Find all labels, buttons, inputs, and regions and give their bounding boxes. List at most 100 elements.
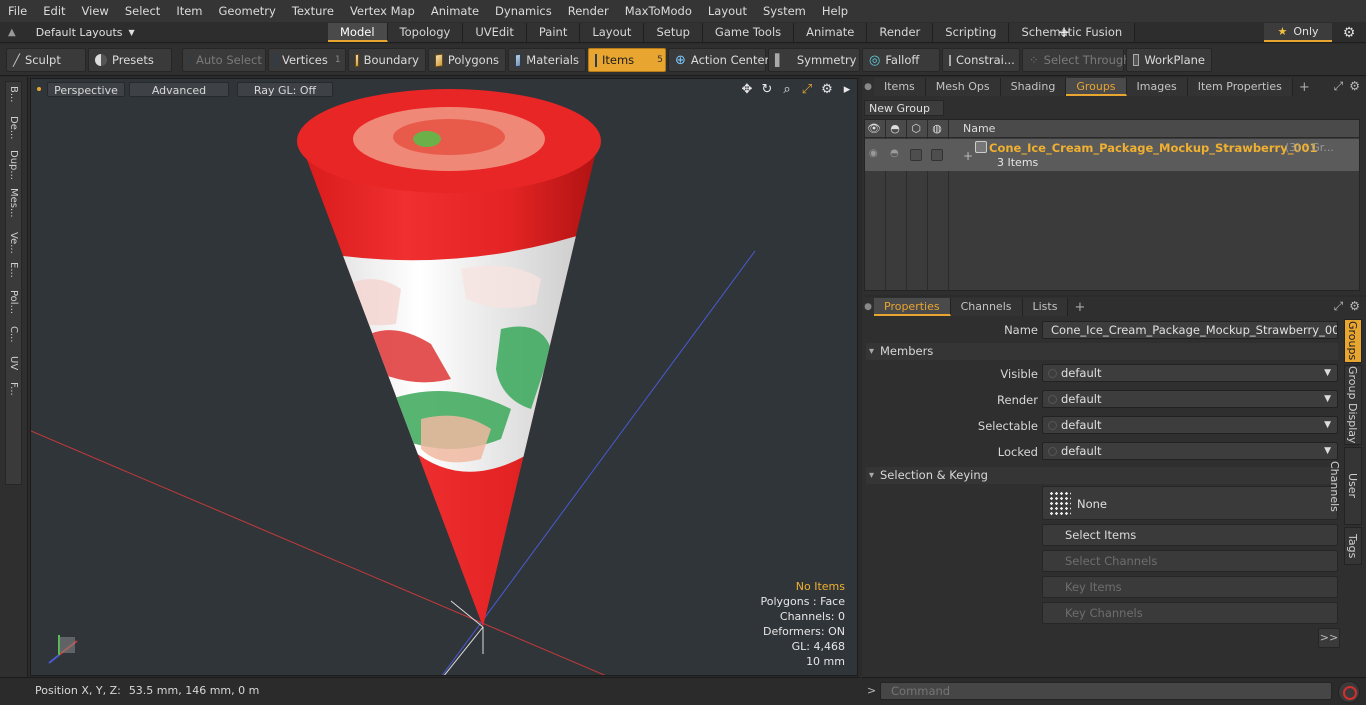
rotate-view-icon[interactable]: ↻ [759, 82, 775, 98]
move-view-icon[interactable]: ✥ [739, 82, 755, 98]
side-tab-groups[interactable]: Groups [1344, 319, 1362, 363]
panel-pin-icon[interactable]: ● [862, 302, 874, 312]
menu-edit[interactable]: Edit [35, 0, 73, 22]
menu-dynamics[interactable]: Dynamics [487, 0, 560, 22]
key-items-button[interactable]: Key Items [1042, 576, 1338, 598]
row-lock-checkbox[interactable] [910, 149, 922, 161]
auto-select-button[interactable]: Auto Select [182, 48, 266, 72]
render-icon[interactable]: ◓ [888, 122, 902, 135]
menu-render[interactable]: Render [560, 0, 617, 22]
menu-item[interactable]: Item [168, 0, 210, 22]
constraints-button[interactable]: Constrai... [942, 48, 1020, 72]
menu-system[interactable]: System [755, 0, 814, 22]
symmetry-button[interactable]: ▌ Symmetry [768, 48, 860, 72]
tab-uvedit[interactable]: UVEdit [463, 23, 527, 42]
members-section[interactable]: Members [866, 343, 1338, 360]
visible-dropdown[interactable]: default ▼ [1042, 364, 1338, 382]
shading-button[interactable]: Advanced [129, 82, 229, 97]
command-input[interactable] [880, 682, 1332, 700]
fit-view-icon[interactable]: ⤢ [799, 82, 815, 98]
tab-properties[interactable]: Properties [874, 298, 951, 316]
menu-vertex-map[interactable]: Vertex Map [342, 0, 423, 22]
presets-button[interactable]: Presets [88, 48, 172, 72]
lock-icon[interactable]: ⬡ [909, 122, 923, 135]
tab-images[interactable]: Images [1126, 78, 1188, 96]
left-tab-duplicate[interactable]: Dup... [6, 150, 21, 180]
name-field[interactable]: Cone_Ice_Cream_Package_Mockup_Strawberry… [1042, 321, 1338, 339]
menu-layout[interactable]: Layout [700, 0, 755, 22]
left-tab-uv[interactable]: UV [6, 356, 21, 370]
menu-texture[interactable]: Texture [284, 0, 342, 22]
workplane-button[interactable]: WorkPlane [1126, 48, 1212, 72]
menu-maxtomodo[interactable]: MaxToModo [617, 0, 700, 22]
select-through-button[interactable]: ⁘ Select Through [1022, 48, 1130, 72]
select-items-button[interactable]: Select Items [1042, 524, 1338, 546]
selection-keying-section[interactable]: Selection & Keying [866, 467, 1338, 484]
boundary-button[interactable]: Boundary [348, 48, 426, 72]
tab-schematic-fusion[interactable]: Schematic Fusion [1009, 23, 1136, 42]
raygl-button[interactable]: Ray GL: Off [237, 82, 333, 97]
panel-gear-icon[interactable]: ⚙ [1349, 299, 1360, 314]
none-button[interactable]: None [1042, 486, 1338, 520]
menu-file[interactable]: File [0, 0, 35, 22]
tab-animate[interactable]: Animate [794, 23, 868, 42]
zoom-view-icon[interactable]: ⌕ [779, 82, 795, 98]
viewport-settings-icon[interactable]: ⚙ [819, 82, 835, 98]
tab-scripting[interactable]: Scripting [933, 23, 1010, 42]
menu-view[interactable]: View [74, 0, 117, 22]
action-center-button[interactable]: ⊕ Action Center [668, 48, 769, 72]
menu-help[interactable]: Help [814, 0, 856, 22]
3d-viewport[interactable]: Perspective Advanced Ray GL: Off ✥ ↻ ⌕ ⤢… [30, 78, 858, 676]
expand-button[interactable]: >> [1318, 628, 1340, 648]
maximize-icon[interactable]: ⤢ [1334, 79, 1344, 94]
vertices-button[interactable]: Vertices 1 [268, 48, 346, 72]
menu-geometry[interactable]: Geometry [211, 0, 284, 22]
falloff-button[interactable]: ◎ Falloff [862, 48, 940, 72]
stop-icon[interactable] [1338, 681, 1360, 703]
panel-gear-icon[interactable]: ⚙ [1349, 79, 1360, 94]
tab-item-properties[interactable]: Item Properties [1187, 78, 1293, 96]
viewport-expand-icon[interactable]: ▸ [839, 82, 855, 98]
panel-pin-icon[interactable]: ● [862, 82, 874, 92]
add-panel-tab-icon[interactable]: + [1293, 80, 1316, 95]
tab-render[interactable]: Render [867, 23, 934, 42]
left-tab-vertex[interactable]: Ve... [6, 232, 21, 254]
perspective-button[interactable]: Perspective [47, 82, 125, 97]
tab-lists[interactable]: Lists [1022, 298, 1069, 316]
add-tab-icon[interactable]: + [1057, 22, 1071, 43]
side-tab-user-channels[interactable]: User Channels [1328, 447, 1362, 525]
left-tab-curve[interactable]: C... [6, 326, 21, 343]
tab-model[interactable]: Model [328, 23, 388, 42]
add-panel-tab-icon[interactable]: + [1068, 300, 1091, 315]
side-tab-group-display[interactable]: Group Display [1344, 365, 1362, 445]
left-tab-deform[interactable]: De... [6, 116, 21, 139]
side-tab-tags[interactable]: Tags [1344, 527, 1362, 565]
viewport-menu-dot[interactable] [37, 87, 41, 91]
menu-animate[interactable]: Animate [423, 0, 487, 22]
left-tab-mesh[interactable]: Mes... [6, 188, 21, 218]
select-channels-button[interactable]: Select Channels [1042, 550, 1338, 572]
left-tab-fusion[interactable]: F... [6, 382, 21, 396]
sculpt-button[interactable]: ╱ Sculpt [6, 48, 86, 72]
eye-icon[interactable]: 👁 [867, 122, 881, 135]
new-group-button[interactable]: New Group [864, 100, 944, 116]
only-button[interactable]: ★ Only [1264, 23, 1332, 42]
key-channels-button[interactable]: Key Channels [1042, 602, 1338, 624]
tab-setup[interactable]: Setup [644, 23, 703, 42]
tab-game-tools[interactable]: Game Tools [702, 23, 795, 42]
row-render-icon[interactable]: ◓ [890, 148, 899, 159]
expand-group-icon[interactable]: + [963, 149, 973, 163]
layout-dropdown[interactable]: ▲ Default Layouts ▼ [8, 22, 135, 43]
select-icon[interactable]: ◍ [930, 122, 944, 135]
render-dropdown[interactable]: default ▼ [1042, 390, 1338, 408]
left-tab-basic[interactable]: B... [6, 86, 21, 102]
tab-channels[interactable]: Channels [950, 298, 1023, 316]
polygons-button[interactable]: Polygons [428, 48, 506, 72]
tab-topology[interactable]: Topology [387, 23, 464, 42]
selectable-dropdown[interactable]: default ▼ [1042, 416, 1338, 434]
maximize-icon[interactable]: ⤢ [1334, 299, 1344, 314]
left-tab-polygon[interactable]: Pol... [6, 290, 21, 314]
group-row[interactable]: ◉ ◓ + Cone_Ice_Cream_Package_Mockup_Stra… [865, 139, 1359, 171]
gear-icon[interactable]: ⚙ [1340, 24, 1358, 42]
tab-items[interactable]: Items [874, 78, 926, 96]
